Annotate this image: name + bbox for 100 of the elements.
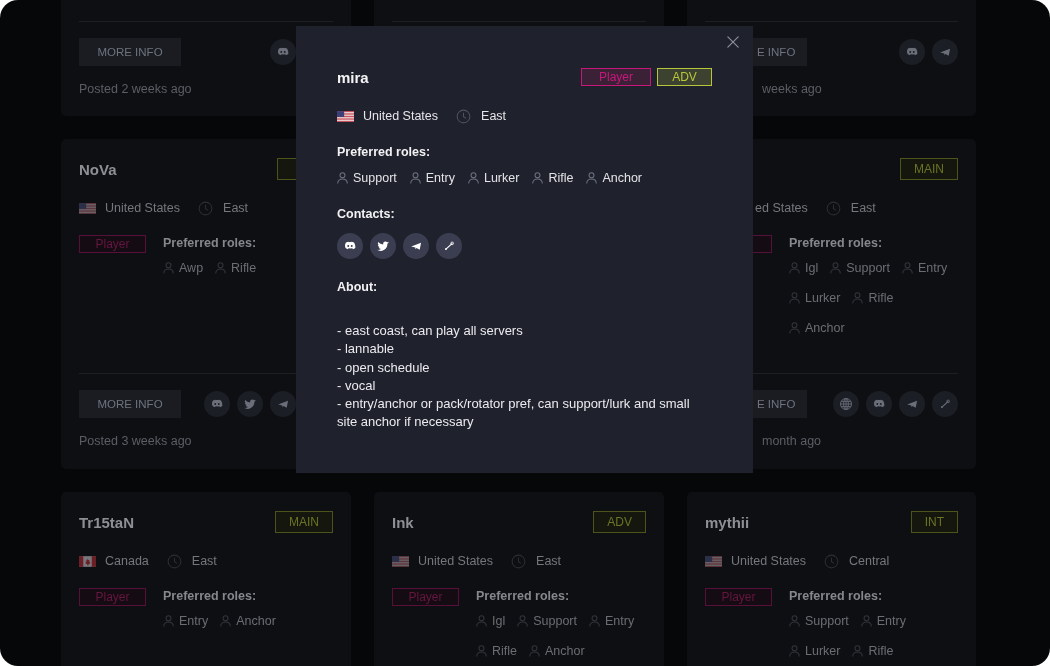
roles-heading: Preferred roles: xyxy=(476,588,570,604)
region-name: East xyxy=(536,554,562,568)
role-name: Anchor xyxy=(805,321,845,335)
roles-heading: Preferred roles: xyxy=(789,588,883,604)
posted-time: Posted 2 weeks ago xyxy=(79,82,192,97)
person-icon xyxy=(220,615,232,627)
role-name: Rifle xyxy=(492,644,517,658)
type-badge: Player xyxy=(392,588,459,606)
posted-time: weeks ago xyxy=(762,82,822,97)
person-icon xyxy=(163,615,174,627)
role-name: Rifle xyxy=(868,644,894,658)
person-icon xyxy=(860,615,872,627)
more-info-button[interactable]: E INFO xyxy=(753,38,807,66)
clock-icon xyxy=(198,200,214,216)
level-badge: INT xyxy=(910,511,958,533)
role-name: Anchor xyxy=(545,644,585,658)
role-name: Support xyxy=(353,171,397,185)
clock-icon xyxy=(511,553,527,569)
level-badge: ADV xyxy=(593,511,646,533)
us-flag-icon xyxy=(705,555,722,567)
player-name: Tr15taN xyxy=(79,513,135,531)
role-name: Igl xyxy=(805,261,819,275)
person-icon xyxy=(789,645,800,657)
more-info-button[interactable]: MORE INFO xyxy=(79,390,181,418)
person-icon xyxy=(476,615,487,627)
person-icon xyxy=(586,172,598,184)
region-name: East xyxy=(223,201,249,215)
role-name: Entry xyxy=(179,614,209,628)
role-name: Anchor xyxy=(236,614,276,628)
person-icon xyxy=(789,322,800,334)
person-icon xyxy=(589,615,600,627)
role-name: Entry xyxy=(425,171,455,185)
more-info-button[interactable]: MORE INFO xyxy=(79,38,181,66)
about-text: - east coast, can play all servers - lannable - open schedule - vocal - entry/anchor or pack/rotator pref, can support/lurk and small site anchor if necessary xyxy=(337,322,691,432)
role-name: Entry xyxy=(876,614,906,628)
player-name: Ink xyxy=(392,513,414,531)
type-badge: Player xyxy=(79,235,146,253)
person-icon xyxy=(529,645,540,657)
person-icon xyxy=(789,262,800,274)
us-flag-icon xyxy=(392,555,409,567)
level-badge: MAIN xyxy=(275,511,333,533)
close-button[interactable] xyxy=(727,36,739,48)
role-name: Awp xyxy=(179,261,204,275)
person-icon xyxy=(830,262,842,274)
lever-icon[interactable] xyxy=(436,233,462,259)
player-name: mira xyxy=(337,68,369,86)
region-name: Central xyxy=(849,554,890,568)
person-icon xyxy=(532,172,544,184)
role-name: Support xyxy=(805,614,849,628)
person-icon xyxy=(163,262,174,274)
person-icon xyxy=(852,292,864,304)
clock-icon xyxy=(825,200,841,216)
region-name: East xyxy=(850,201,876,215)
person-icon xyxy=(902,262,913,274)
clock-icon xyxy=(456,108,472,124)
us-flag-icon xyxy=(79,202,96,214)
paper-plane-icon[interactable] xyxy=(403,233,429,259)
role-name: Lurker xyxy=(805,291,841,305)
globe-icon[interactable] xyxy=(833,391,859,417)
player-name: NoVa xyxy=(79,160,117,178)
person-icon xyxy=(409,172,421,184)
roles-heading: Preferred roles: xyxy=(337,144,431,160)
bird-icon[interactable] xyxy=(370,233,396,259)
role-name: Support xyxy=(846,261,890,275)
type-badge: Player xyxy=(705,588,772,606)
contacts-heading: Contacts: xyxy=(337,206,395,222)
type-badge: Player xyxy=(79,588,146,606)
person-icon xyxy=(852,645,864,657)
gamepad-icon[interactable] xyxy=(337,233,363,259)
country-name: ed States xyxy=(755,201,808,215)
role-name: Support xyxy=(533,614,577,628)
roles-heading: Preferred roles: xyxy=(163,588,257,604)
player-name: mythii xyxy=(705,513,750,531)
level-badge: MAIN xyxy=(900,158,958,180)
country-name: United States xyxy=(418,554,494,568)
role-name: Rifle xyxy=(231,261,257,275)
role-name: Rifle xyxy=(548,171,574,185)
country-name: Canada xyxy=(105,554,149,568)
roles-heading: Preferred roles: xyxy=(789,235,883,251)
role-name: Lurker xyxy=(483,171,520,185)
person-icon xyxy=(476,645,487,657)
more-info-button[interactable]: E INFO xyxy=(753,390,807,418)
person-icon xyxy=(789,292,800,304)
role-name: Lurker xyxy=(805,644,841,658)
person-icon xyxy=(517,615,529,627)
person-icon xyxy=(215,262,227,274)
about-heading: About: xyxy=(337,279,378,295)
posted-time: month ago xyxy=(762,434,822,449)
type-badge: Player xyxy=(581,68,651,86)
roles-heading: Preferred roles: xyxy=(163,235,257,251)
role-name: Entry xyxy=(918,261,948,275)
role-name: Entry xyxy=(605,614,635,628)
level-badge: ADV xyxy=(657,68,712,86)
us-flag-icon xyxy=(337,110,354,122)
person-icon xyxy=(337,172,348,184)
canada-flag-icon xyxy=(79,555,96,567)
region-name: East xyxy=(191,554,217,568)
role-name: Igl xyxy=(492,614,506,628)
posted-time: Posted 3 weeks ago xyxy=(79,434,192,449)
country-name: United States xyxy=(731,554,807,568)
